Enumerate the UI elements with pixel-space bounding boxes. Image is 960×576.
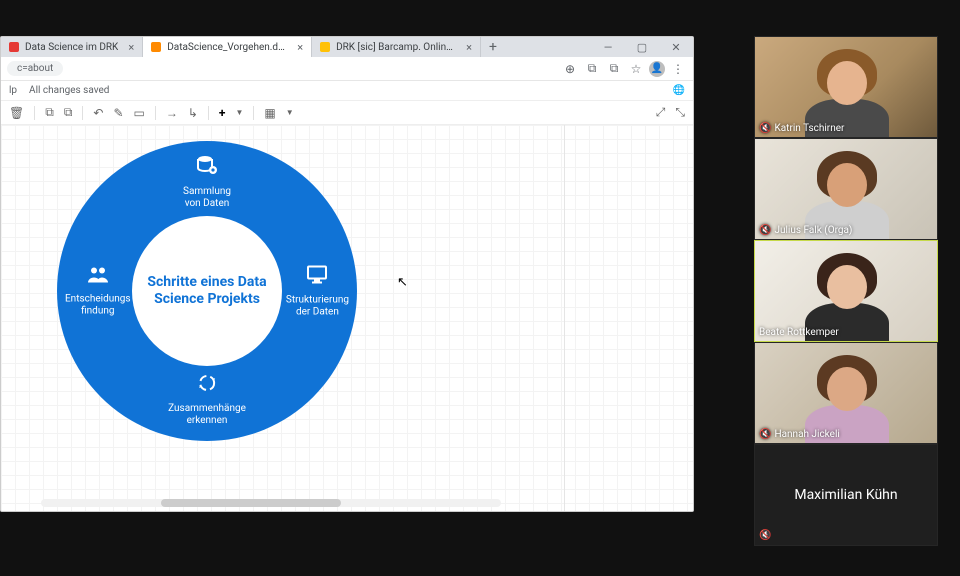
ring-item-left: Entscheidungs findung bbox=[65, 265, 131, 318]
drawio-toolbar: 🗑 ⧉ ⧉ ↶ ✎ ▭ → ↳ + ▼ ▦ ▼ ⤢ ⤡ bbox=[1, 101, 693, 125]
browser-tab-strip: Data Science im DRK × DataScience_Vorgeh… bbox=[1, 37, 693, 57]
participant-name-label: Maximilian Kühn bbox=[794, 487, 897, 503]
database-gear-icon bbox=[183, 155, 231, 182]
diagram-center-title: Schritte eines Data Science Projekts bbox=[132, 274, 282, 309]
shared-browser-window: Data Science im DRK × DataScience_Vorgeh… bbox=[0, 36, 694, 512]
drawio-canvas[interactable]: Schritte eines Data Science Projekts Sam… bbox=[1, 125, 693, 511]
muted-mic-icon: 🔇 bbox=[759, 429, 771, 440]
participant-tile[interactable]: 🔇Julius Falk (Orga) bbox=[754, 138, 938, 240]
tab-title: DataScience_Vorgehen.drawio bbox=[167, 42, 287, 53]
new-tab-button[interactable]: + bbox=[481, 37, 505, 57]
video-feed bbox=[755, 139, 937, 239]
muted-mic-icon: 🔇 bbox=[759, 225, 771, 236]
participant-tile[interactable]: Beate Rottkemper bbox=[754, 240, 938, 342]
favicon-icon bbox=[9, 42, 19, 52]
people-icon bbox=[65, 265, 131, 290]
bookmark-star-icon[interactable]: ☆ bbox=[627, 62, 645, 76]
app-menubar: lp All changes saved 🌐 bbox=[1, 81, 693, 101]
cursor-icon: ↖ bbox=[397, 275, 408, 290]
ring-label: von Daten bbox=[185, 198, 230, 209]
pencil-icon[interactable]: ✎ bbox=[113, 106, 123, 120]
language-globe-icon[interactable]: 🌐 bbox=[673, 85, 685, 96]
ring-item-bottom: Zusammenhänge erkennen bbox=[168, 372, 246, 427]
participant-name-label: 🔇Hannah Jickeli bbox=[759, 429, 840, 440]
ring-label: Sammlung bbox=[183, 186, 231, 197]
undo-icon[interactable]: ↶ bbox=[93, 106, 103, 120]
sidebar-divider[interactable] bbox=[564, 125, 565, 511]
close-icon[interactable]: × bbox=[128, 41, 134, 54]
paste-icon[interactable]: ⧉ bbox=[64, 105, 73, 120]
muted-mic-icon: 🔇 bbox=[759, 123, 771, 134]
fit-icon[interactable]: ⤢ bbox=[656, 105, 666, 120]
participants-panel: 🔇Katrin Tschirner 🔇Julius Falk (Orga) Beat… bbox=[754, 36, 938, 546]
address-bar: c=about ⊕ ⧉ ⧉ ☆ 👤 ⋮ bbox=[1, 57, 693, 81]
tab-title: DRK [sic] Barcamp. Online White… bbox=[336, 42, 456, 53]
save-status: All changes saved bbox=[29, 85, 109, 96]
ring-item-top: Sammlung von Daten bbox=[183, 155, 231, 210]
participant-name-label: 🔇Katrin Tschirner bbox=[759, 123, 844, 134]
browser-tab-2[interactable]: DRK [sic] Barcamp. Online White… × bbox=[312, 37, 481, 57]
close-window-button[interactable]: ✕ bbox=[659, 37, 693, 57]
video-feed bbox=[755, 241, 937, 341]
profile-avatar-icon[interactable]: 👤 bbox=[649, 61, 665, 77]
line-arrow-icon[interactable]: → bbox=[166, 106, 178, 120]
ring-label: erkennen bbox=[187, 415, 228, 426]
minimize-button[interactable]: — bbox=[591, 37, 625, 57]
window-controls: — ▢ ✕ bbox=[591, 37, 693, 57]
close-icon[interactable]: × bbox=[466, 41, 472, 54]
participant-tile[interactable]: 🔇Hannah Jickeli bbox=[754, 342, 938, 444]
menu-help[interactable]: lp bbox=[9, 85, 17, 96]
rectangle-icon[interactable]: ▭ bbox=[134, 106, 145, 120]
participant-tile[interactable]: 🔇Katrin Tschirner bbox=[754, 36, 938, 138]
process-ring-diagram: Schritte eines Data Science Projekts Sam… bbox=[57, 141, 357, 441]
browser-tab-1[interactable]: DataScience_Vorgehen.drawio × bbox=[143, 37, 312, 57]
scrollbar-thumb[interactable] bbox=[161, 499, 341, 507]
browser-tab-0[interactable]: Data Science im DRK × bbox=[1, 37, 143, 57]
connector-icon[interactable]: ↳ bbox=[188, 106, 198, 120]
ring-label: Zusammenhänge bbox=[168, 403, 246, 414]
close-icon[interactable]: × bbox=[297, 41, 303, 54]
video-feed bbox=[755, 37, 937, 137]
grid-icon[interactable]: ▦ bbox=[264, 106, 275, 120]
expand-icon[interactable]: ⤡ bbox=[675, 105, 685, 120]
participant-tile[interactable]: Maximilian Kühn 🔇 bbox=[754, 444, 938, 546]
participant-name-label: Beate Rottkemper bbox=[759, 327, 839, 338]
extensions-icon[interactable]: ⧉ bbox=[605, 61, 623, 76]
ring-item-right: Strukturierung der Daten bbox=[286, 264, 349, 319]
video-feed bbox=[755, 343, 937, 443]
trash-icon[interactable]: 🗑 bbox=[9, 106, 24, 120]
kebab-menu-icon[interactable]: ⋮ bbox=[669, 62, 687, 76]
insert-plus-button[interactable]: + bbox=[219, 106, 226, 120]
address-input[interactable]: c=about bbox=[7, 61, 63, 76]
muted-mic-icon: 🔇 bbox=[759, 530, 771, 541]
ring-label: der Daten bbox=[296, 307, 339, 318]
favicon-icon bbox=[151, 42, 161, 52]
copy-icon[interactable]: ⧉ bbox=[45, 105, 54, 120]
ring-label: findung bbox=[81, 306, 114, 317]
cycle-icon bbox=[168, 372, 246, 399]
maximize-button[interactable]: ▢ bbox=[625, 37, 659, 57]
monitor-icon bbox=[286, 264, 349, 291]
favicon-icon bbox=[320, 42, 330, 52]
ring-label: Strukturierung bbox=[286, 295, 349, 306]
translate-icon[interactable]: ⊕ bbox=[561, 62, 579, 76]
participant-name-label: 🔇Julius Falk (Orga) bbox=[759, 225, 852, 236]
tab-title: Data Science im DRK bbox=[25, 42, 118, 53]
share-icon[interactable]: ⧉ bbox=[583, 61, 601, 76]
horizontal-scrollbar[interactable] bbox=[41, 499, 501, 507]
ring-label: Entscheidungs bbox=[65, 294, 131, 305]
